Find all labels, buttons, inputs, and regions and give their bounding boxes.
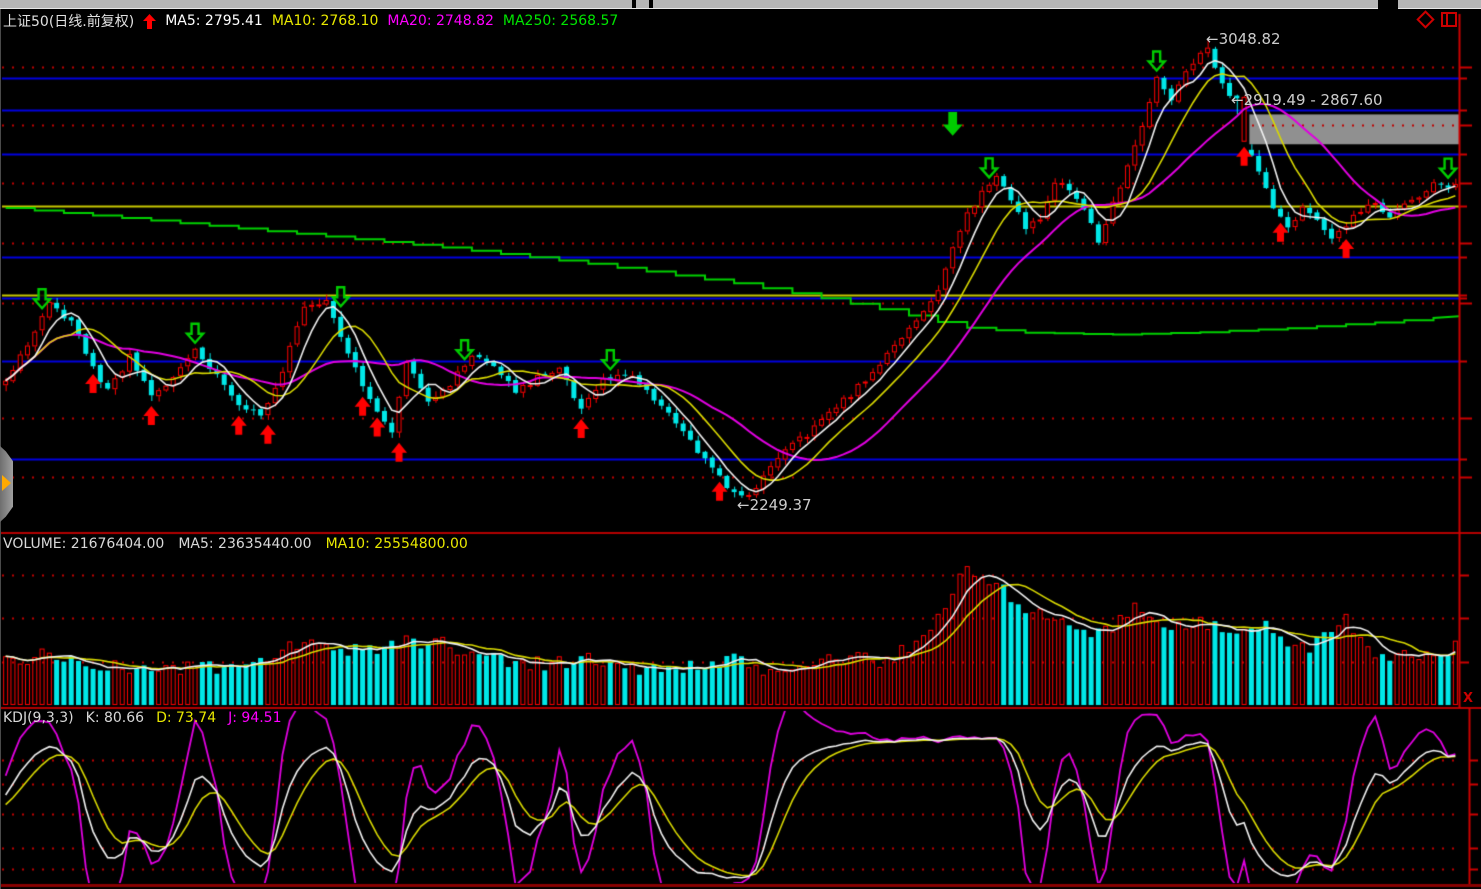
diamond-icon[interactable] — [1416, 10, 1434, 28]
window-controls — [1419, 12, 1457, 27]
toolbar-gap — [1378, 0, 1398, 9]
chart-canvas[interactable] — [0, 0, 1481, 889]
kdj-k-label: K: 80.66 — [86, 710, 144, 726]
window-left-border — [0, 0, 1, 889]
ma20-label: MA20: 2748.82 — [387, 13, 494, 29]
volume-panel-header: VOLUME: 21676404.00 MA5: 23635440.00 MA1… — [3, 536, 468, 552]
volume-ma10-label: MA10: 25554800.00 — [326, 536, 468, 552]
kdj-j-label: J: 94.51 — [228, 710, 281, 726]
price-annotation: ←3048.82 — [1206, 30, 1281, 48]
price-annotation: ←2919.49 - 2867.60 — [1231, 91, 1383, 109]
price-annotation: ←2249.37 — [737, 496, 812, 514]
stock-chart-app: 上证50(日线.前复权) MA5: 2795.41 MA10: 2768.10 … — [0, 0, 1481, 889]
buy-signal-icon — [143, 14, 156, 29]
indicator-close-button[interactable]: X — [1461, 691, 1475, 706]
volume-value-label: VOLUME: 21676404.00 — [3, 536, 164, 552]
expand-arrow-icon — [2, 475, 11, 491]
ma250-label: MA250: 2568.57 — [503, 13, 618, 29]
volume-ma5-label: MA5: 23635440.00 — [178, 536, 311, 552]
toolbar-separator — [649, 0, 653, 8]
kdj-panel-header: KDJ(9,3,3) K: 80.66 D: 73.74 J: 94.51 — [3, 710, 281, 726]
main-chart-header: 上证50(日线.前复权) MA5: 2795.41 MA10: 2768.10 … — [3, 11, 618, 31]
kdj-d-label: D: 73.74 — [156, 710, 216, 726]
symbol-title: 上证50(日线.前复权) — [3, 11, 134, 31]
top-toolbar-edge — [0, 0, 1481, 9]
toolbar-separator — [632, 0, 636, 8]
split-window-icon[interactable] — [1441, 12, 1457, 27]
ma5-label: MA5: 2795.41 — [165, 13, 263, 29]
ma10-label: MA10: 2768.10 — [272, 13, 379, 29]
kdj-title-label: KDJ(9,3,3) — [3, 710, 74, 726]
